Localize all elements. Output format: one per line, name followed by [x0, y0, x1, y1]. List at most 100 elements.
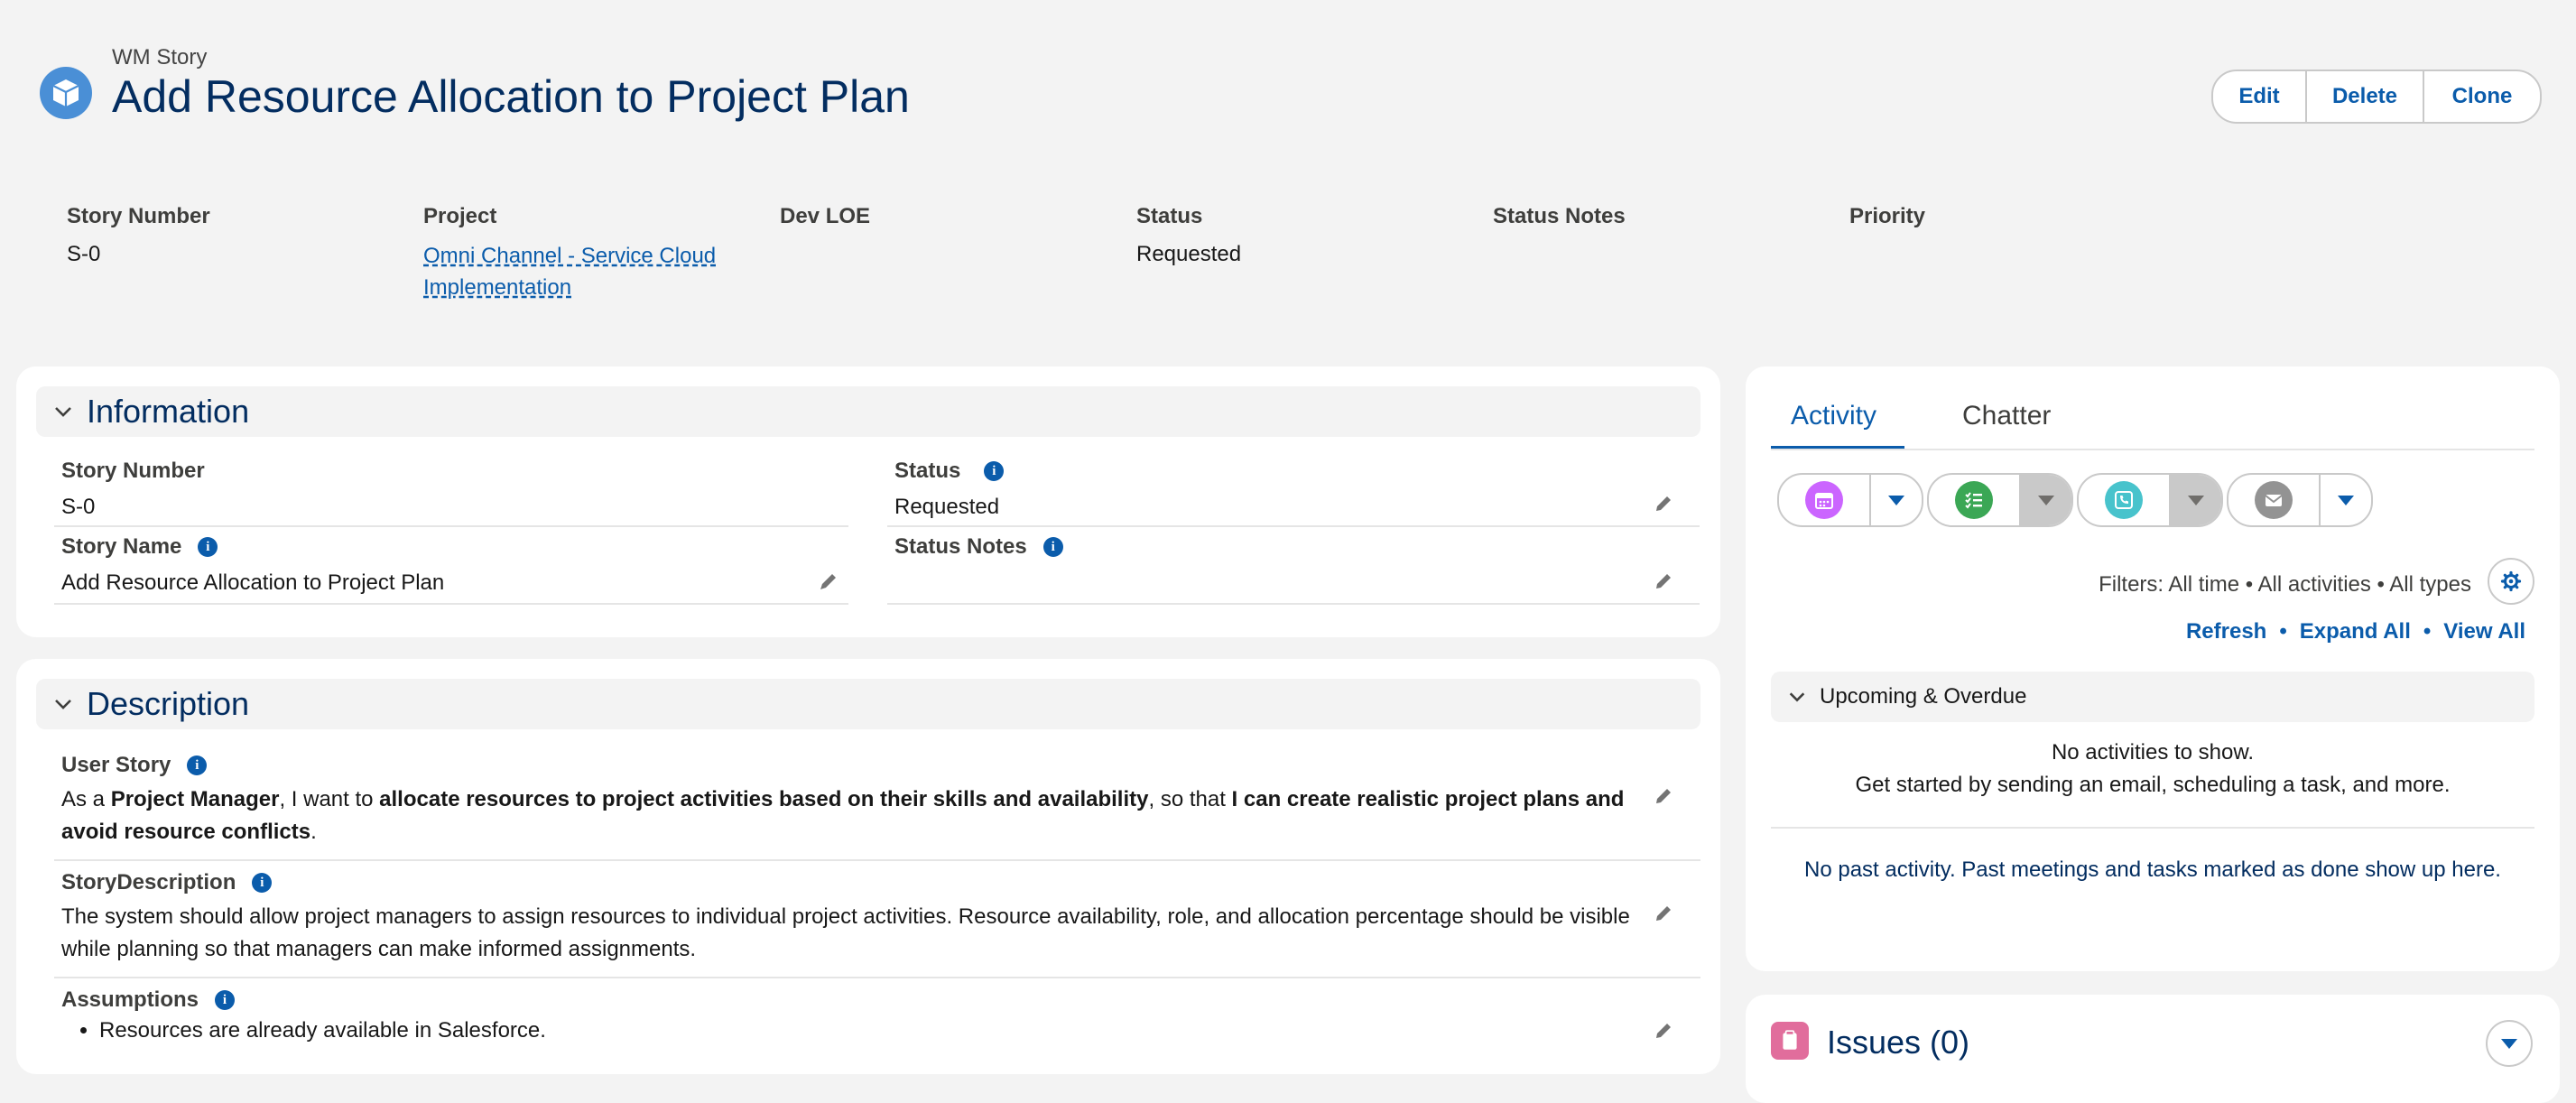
highlight-priority-label: Priority — [1849, 204, 1926, 228]
info-icon[interactable]: i — [1042, 537, 1063, 557]
assumptions-label: Assumptions — [61, 987, 199, 1012]
info-icon[interactable]: i — [215, 990, 236, 1010]
filter-settings-button[interactable] — [2488, 558, 2534, 605]
status-label: Status — [894, 459, 961, 483]
status-notes-label-row: Status Notes i — [894, 534, 1063, 560]
information-section-header[interactable]: Information — [36, 386, 1700, 437]
send-email-button-group — [2227, 473, 2373, 527]
chevron-down-icon — [2038, 495, 2054, 505]
info-icon[interactable]: i — [252, 873, 273, 893]
story-description-value: The system should allow project managers… — [61, 904, 1630, 961]
tabs-divider — [1771, 449, 2534, 450]
pencil-icon[interactable] — [1653, 570, 1674, 592]
status-label-row: Status i — [894, 459, 1005, 484]
edit-button[interactable]: Edit — [2213, 71, 2307, 122]
chevron-down-icon — [2338, 495, 2354, 505]
upcoming-overdue-label: Upcoming & Overdue — [1820, 684, 2027, 709]
story-name-label-row: Story Name i — [61, 534, 218, 560]
pencil-icon[interactable] — [818, 570, 839, 592]
call-icon — [2105, 481, 2143, 519]
issues-card: Issues (0) — [1746, 995, 2560, 1103]
log-call-button[interactable] — [2079, 475, 2171, 525]
story-name-value: Add Resource Allocation to Project Plan — [61, 570, 445, 595]
story-number-label: Story Number — [61, 459, 205, 483]
expand-all-link[interactable]: Expand All — [2300, 619, 2411, 644]
divider — [54, 525, 848, 527]
object-type-label: WM Story — [112, 45, 208, 70]
highlight-status-notes-label: Status Notes — [1493, 204, 1626, 228]
user-story-label-row: User Story i — [61, 753, 208, 778]
call-menu-dropdown[interactable] — [2171, 475, 2221, 525]
link-separator: • — [2279, 619, 2287, 644]
gear-icon — [2500, 570, 2522, 592]
email-icon — [2255, 481, 2293, 519]
calendar-icon — [1805, 481, 1843, 519]
highlight-story-number-value: S-0 — [67, 242, 101, 266]
highlight-status-label: Status — [1136, 204, 1203, 228]
divider — [887, 525, 1700, 527]
story-object-icon — [40, 67, 92, 119]
clone-button[interactable]: Clone — [2424, 71, 2540, 122]
highlight-status-value: Requested — [1136, 242, 1242, 266]
no-activities-text: No activities to show. — [2051, 740, 2255, 765]
user-story-value: As a Project Manager, I want to allocate… — [61, 783, 1632, 848]
email-menu-dropdown[interactable] — [2321, 475, 2371, 525]
highlight-story-number-label: Story Number — [67, 204, 210, 228]
new-event-button[interactable] — [1779, 475, 1871, 525]
story-number-value: S-0 — [61, 495, 96, 519]
get-started-text: Get started by sending an email, schedul… — [1855, 773, 2451, 797]
tab-chatter[interactable]: Chatter — [1962, 401, 2051, 431]
chevron-down-icon — [2188, 495, 2204, 505]
upcoming-overdue-header[interactable]: Upcoming & Overdue — [1771, 672, 2534, 722]
highlight-dev-loe-label: Dev LOE — [780, 204, 871, 228]
task-menu-dropdown[interactable] — [2021, 475, 2071, 525]
record-actions: Edit Delete Clone — [2211, 70, 2542, 124]
project-link-line-2: Implementation — [423, 275, 572, 300]
information-card: Information Story Number S-0 Story Name … — [16, 366, 1720, 637]
log-call-button-group — [2077, 473, 2223, 527]
pencil-icon[interactable] — [1653, 785, 1674, 807]
new-task-button-group — [1927, 473, 2073, 527]
chevron-down-icon — [55, 407, 71, 417]
description-card: Description User Story i As a Project Ma… — [16, 659, 1720, 1074]
view-all-link[interactable]: View All — [2443, 619, 2525, 644]
activity-card: Activity Chatter Filters: All time • All… — [1746, 366, 2560, 971]
description-section-header[interactable]: Description — [36, 679, 1700, 729]
refresh-link[interactable]: Refresh — [2186, 619, 2266, 644]
user-story-text: , so that — [1148, 787, 1232, 811]
event-menu-dropdown[interactable] — [1871, 475, 1922, 525]
new-task-button[interactable] — [1929, 475, 2021, 525]
pencil-icon[interactable] — [1653, 903, 1674, 924]
user-story-goal: allocate resources to project activities… — [379, 787, 1149, 811]
status-value: Requested — [894, 495, 1000, 519]
user-story-label: User Story — [61, 753, 171, 777]
info-icon[interactable]: i — [198, 537, 218, 557]
story-description-label-row: StoryDescription i — [61, 870, 273, 895]
info-icon[interactable]: i — [187, 755, 208, 775]
project-link[interactable]: Omni Channel - Service Cloud Implementat… — [423, 240, 716, 303]
divider — [54, 603, 848, 605]
divider — [54, 977, 1700, 978]
new-event-button-group — [1777, 473, 1923, 527]
description-section-title: Description — [87, 685, 250, 722]
divider — [1771, 827, 2534, 829]
pencil-icon[interactable] — [1653, 1020, 1674, 1042]
chevron-down-icon — [55, 700, 71, 709]
tab-activity[interactable]: Activity — [1791, 401, 1876, 431]
chevron-down-icon — [1888, 495, 1904, 505]
pencil-icon[interactable] — [1653, 493, 1674, 514]
activity-links: Refresh • Expand All • View All — [2186, 619, 2525, 644]
assumption-item: Resources are already available in Sales… — [99, 1015, 546, 1047]
info-icon[interactable]: i — [984, 461, 1005, 481]
send-email-button[interactable] — [2229, 475, 2321, 525]
highlight-project-label: Project — [423, 204, 497, 228]
issues-menu-button[interactable] — [2486, 1020, 2533, 1067]
assumptions-list: Resources are already available in Sales… — [61, 1015, 546, 1047]
chevron-down-icon — [1789, 692, 1805, 702]
status-notes-label: Status Notes — [894, 534, 1027, 559]
issues-title[interactable]: Issues (0) — [1827, 1024, 1969, 1061]
task-icon — [1955, 481, 1993, 519]
page-title: Add Resource Allocation to Project Plan — [112, 71, 910, 122]
assumptions-label-row: Assumptions i — [61, 987, 236, 1013]
delete-button[interactable]: Delete — [2307, 71, 2424, 122]
